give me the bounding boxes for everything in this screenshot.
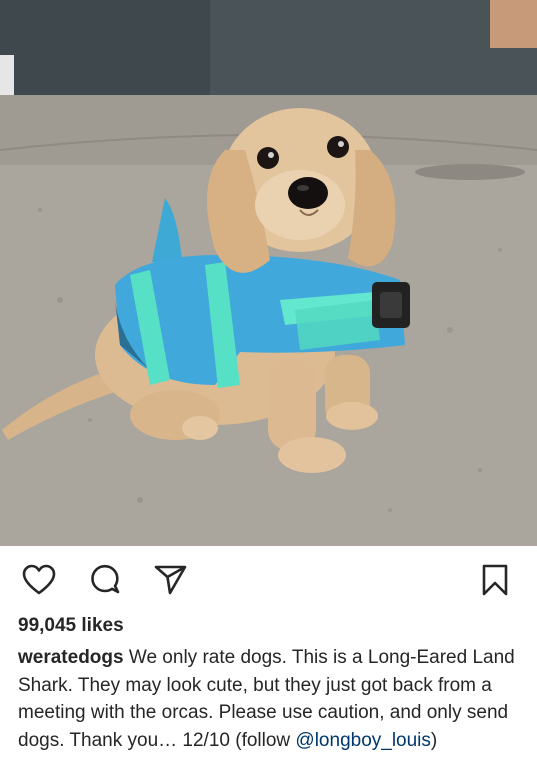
caption-mention[interactable]: @longboy_louis — [295, 730, 431, 751]
puppy-photo-illustration — [0, 0, 537, 546]
paper-plane-icon[interactable] — [154, 564, 187, 596]
comment-icon[interactable] — [88, 564, 120, 596]
post-caption: weratedogs We only rate dogs. This is a … — [18, 644, 518, 754]
post-actions-bar — [0, 546, 537, 612]
caption-username[interactable]: weratedogs — [18, 647, 124, 668]
bookmark-icon[interactable] — [481, 564, 513, 596]
likes-count[interactable]: 99,045 likes — [18, 615, 124, 637]
heart-icon[interactable] — [22, 564, 56, 596]
caption-close: ) — [430, 729, 438, 751]
post-photo[interactable] — [0, 0, 537, 546]
instagram-post: 99,045 likes weratedogs We only rate dog… — [0, 0, 537, 782]
